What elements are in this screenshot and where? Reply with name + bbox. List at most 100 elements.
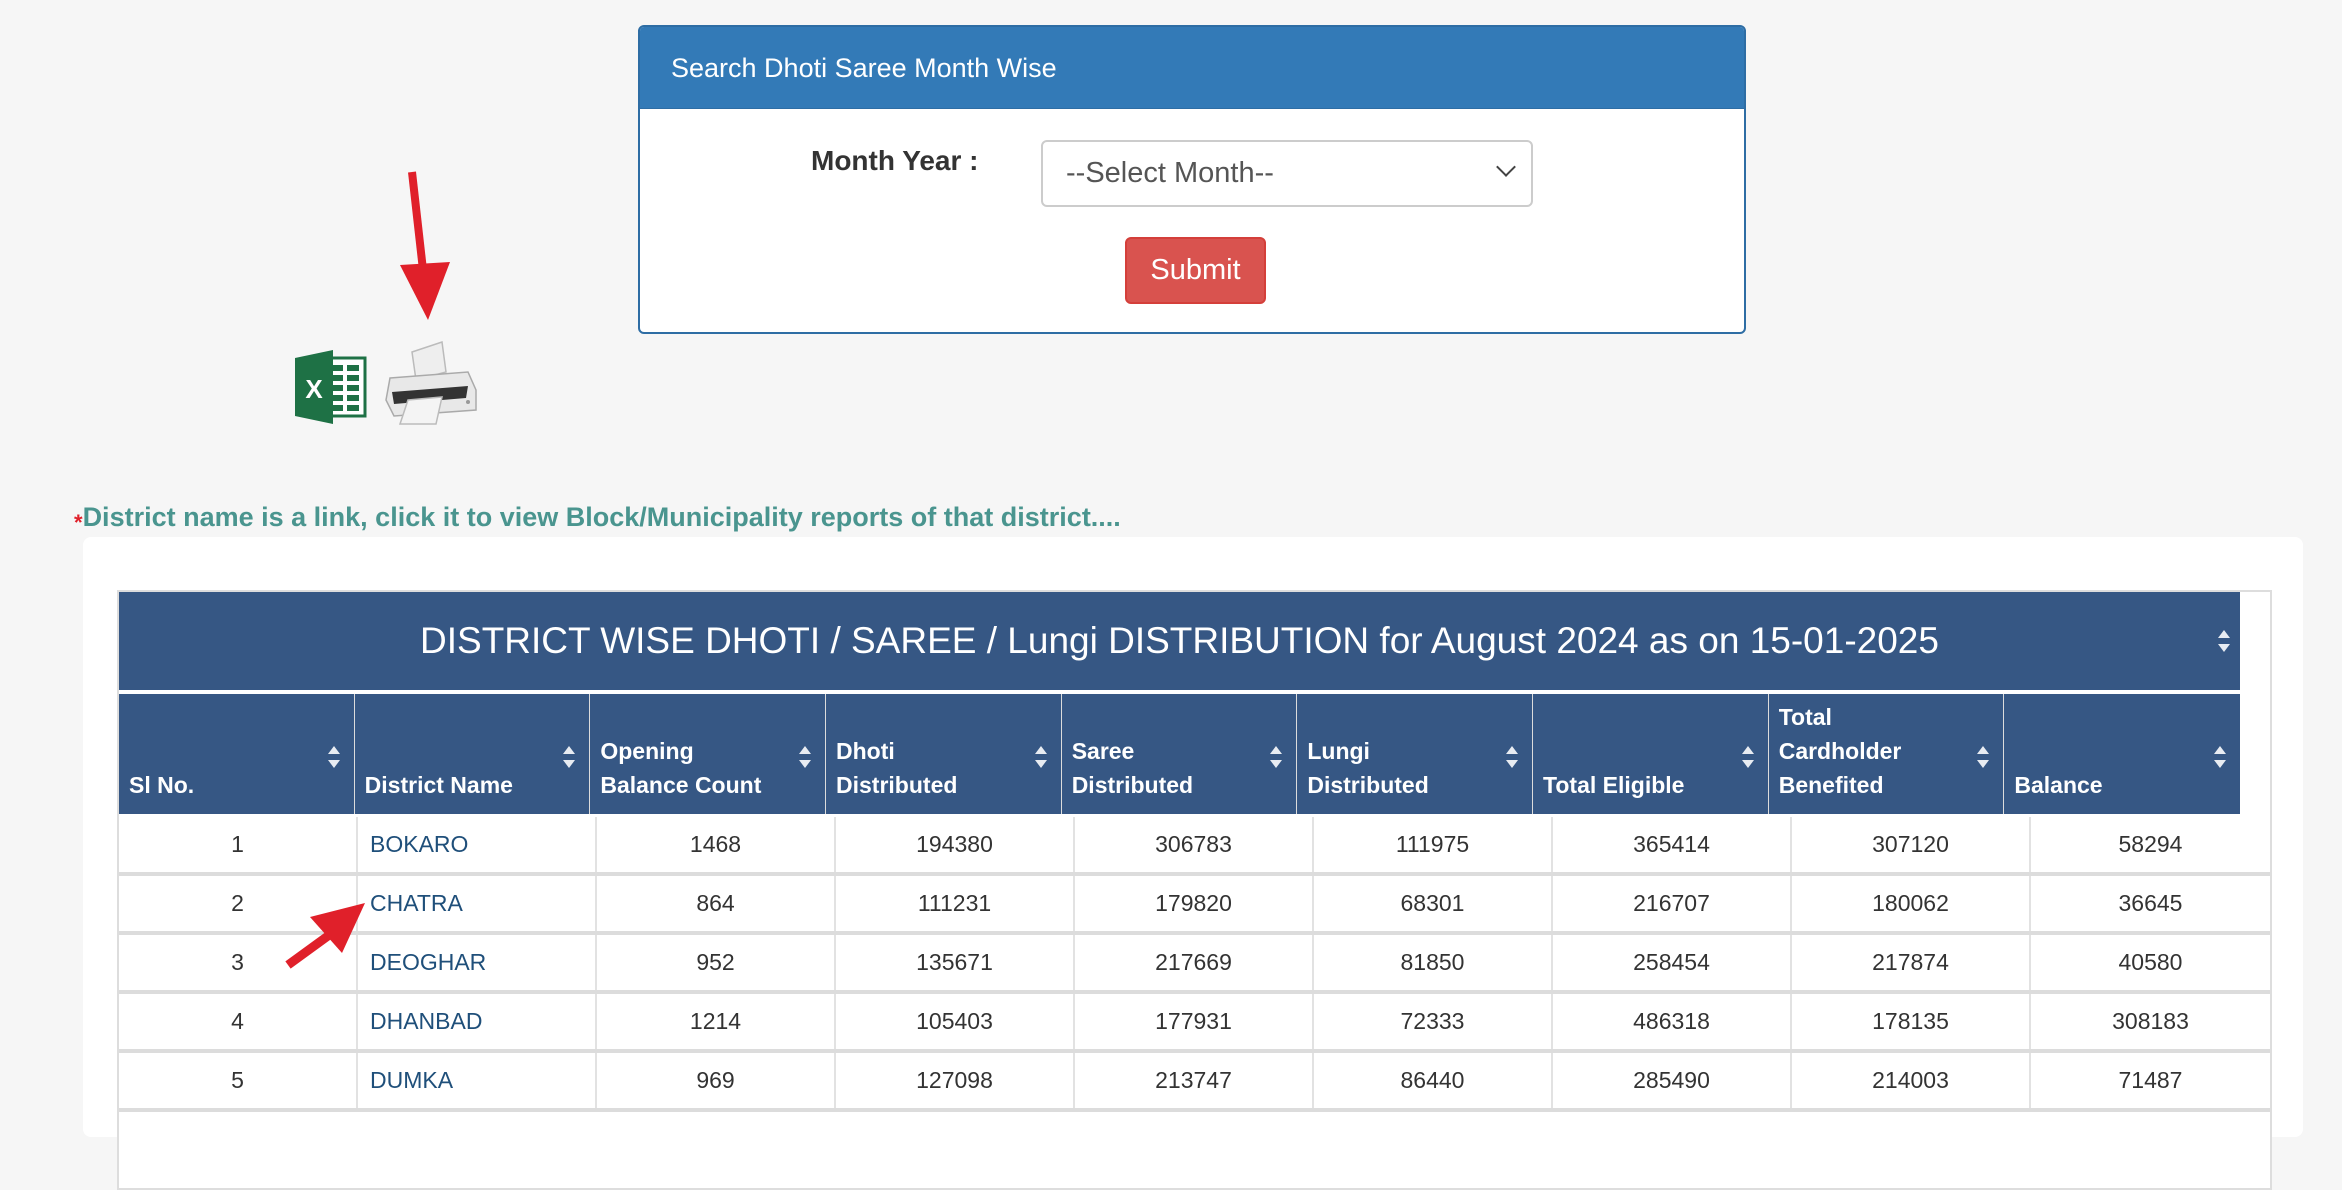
table-cell: 72333 [1314, 994, 1553, 1049]
column-header-label: Dhoti Distributed [836, 734, 1021, 802]
sort-icon[interactable] [1270, 746, 1283, 768]
sort-icon[interactable] [1977, 746, 1990, 768]
month-select-value: --Select Month-- [1066, 157, 1274, 189]
search-panel: Search Dhoti Saree Month Wise Month Year… [638, 25, 1746, 334]
column-header-label: Total Eligible [1543, 768, 1728, 802]
table-cell: 1 [119, 817, 358, 872]
table-cell: 194380 [836, 817, 1075, 872]
column-header-line: Total [1778, 704, 1832, 730]
sort-icon[interactable] [2218, 630, 2230, 652]
column-header-line: Distributed [1071, 772, 1194, 798]
sort-icon[interactable] [1741, 746, 1754, 768]
table-cell: 36645 [2118, 890, 2183, 916]
table-cell: 58294 [2118, 831, 2183, 857]
column-header-label: Saree Distributed [1072, 734, 1257, 802]
sort-icon[interactable] [799, 746, 812, 768]
sort-icon[interactable] [1506, 746, 1519, 768]
table-title: DISTRICT WISE DHOTI / SAREE / Lungi DIST… [420, 620, 1939, 661]
sort-icon[interactable] [327, 746, 340, 768]
svg-text:X: X [305, 374, 323, 404]
column-header-line: Distributed [836, 772, 958, 798]
district-link[interactable]: DHANBAD [358, 994, 597, 1049]
table-cell: 258454 [1553, 935, 1792, 990]
table-cell: 111231 [836, 876, 1075, 931]
search-panel-title: Search Dhoti Saree Month Wise [640, 27, 1744, 109]
table-cell: 217874 [1792, 935, 2031, 990]
column-header-label: Balance [2014, 768, 2200, 802]
column-header-line: Sl No. [129, 772, 195, 798]
column-header-label: Lungi Distributed [1307, 734, 1492, 802]
annotation-arrow-diagonal [285, 903, 365, 969]
chevron-down-icon [1496, 157, 1516, 177]
table-cell: 71487 [2118, 1067, 2183, 1093]
district-link-notice: *District name is a link, click it to vi… [74, 502, 1121, 536]
district-link[interactable]: DUMKA [358, 1053, 597, 1108]
column-header[interactable]: District Name [354, 694, 590, 814]
district-link[interactable]: DEOGHAR [358, 935, 597, 990]
table-cell: 486318 [1553, 994, 1792, 1049]
table-cell: 307120 [1792, 817, 2031, 872]
table-cell: 40580 [2118, 949, 2183, 975]
column-header-line: Benefited [1778, 772, 1884, 798]
column-header[interactable]: Dhoti Distributed [826, 694, 1061, 814]
column-header[interactable]: Total Eligible [1533, 694, 1768, 814]
column-header-line: Total Eligible [1543, 772, 1685, 798]
print-icon[interactable] [380, 340, 480, 425]
table-cell: 1468 [597, 817, 836, 872]
table-cell: 111975 [1314, 817, 1553, 872]
table-cell: 1214 [597, 994, 836, 1049]
table-cell: 4 [119, 994, 358, 1049]
table-cell: 177931 [1075, 994, 1314, 1049]
table-cell: 969 [597, 1053, 836, 1108]
month-select[interactable]: --Select Month-- [1041, 140, 1533, 207]
column-header-line: District Name [364, 772, 513, 798]
notice-text: District name is a link, click it to vie… [82, 502, 1121, 532]
excel-export-icon[interactable]: X [293, 350, 368, 424]
column-header-label: District Name [365, 768, 550, 802]
table-cell: 127098 [836, 1053, 1075, 1108]
table-cell: 214003 [1792, 1053, 2031, 1108]
month-year-label: Month Year : [811, 145, 979, 176]
table-cell: 178135 [1792, 994, 2031, 1049]
column-header[interactable]: Balance [2004, 694, 2241, 814]
table-title-row[interactable]: DISTRICT WISE DHOTI / SAREE / Lungi DIST… [119, 592, 2240, 690]
table-cell: 81850 [1314, 935, 1553, 990]
table-cell: 180062 [1792, 876, 2031, 931]
sort-icon[interactable] [1034, 746, 1047, 768]
column-header[interactable]: Sl No. [119, 694, 354, 814]
table-cell: 68301 [1314, 876, 1553, 931]
required-star-icon: * [74, 510, 83, 535]
column-header-label: Opening Balance Count [600, 734, 785, 802]
table-cell: 105403 [836, 994, 1075, 1049]
column-header[interactable]: Total Cardholder Benefited [1768, 694, 2004, 814]
column-header-line: Balance Count [600, 772, 762, 798]
table-cell: 952 [597, 935, 836, 990]
table-cell: 179820 [1075, 876, 1314, 931]
district-link[interactable]: BOKARO [358, 817, 597, 872]
table-cell: 5 [119, 1053, 358, 1108]
column-header[interactable]: Lungi Distributed [1297, 694, 1533, 814]
sort-icon[interactable] [2214, 746, 2227, 768]
table-cell: 306783 [1075, 817, 1314, 872]
table-cell: 217669 [1075, 935, 1314, 990]
table-cell: 86440 [1314, 1053, 1553, 1108]
column-header[interactable]: Saree Distributed [1061, 694, 1297, 814]
table-cell: 365414 [1553, 817, 1792, 872]
table-row: 5 DUMKA 969 127098 213747 86440 285490 214003 71… [119, 1053, 2270, 1112]
column-header[interactable]: Opening Balance Count [590, 694, 826, 814]
column-header-line: Dhoti [836, 738, 895, 764]
column-header-line: Lungi [1307, 738, 1370, 764]
district-link[interactable]: CHATRA [358, 876, 597, 931]
column-header-line: Cardholder [1778, 738, 1902, 764]
submit-button[interactable]: Submit [1125, 237, 1266, 304]
table-row: 2 CHATRA 864 111231 179820 68301 216707 180062 3… [119, 876, 2270, 935]
table-row: 3 DEOGHAR 952 135671 217669 81850 258454 217874… [119, 935, 2270, 994]
table-cell: 213747 [1075, 1053, 1314, 1108]
column-header-label: Sl No. [129, 768, 314, 802]
table-cell: 135671 [836, 935, 1075, 990]
sort-icon[interactable] [563, 746, 576, 768]
table-cell: 308183 [2112, 1008, 2189, 1034]
table-row: 1 BOKARO 1468 194380 306783 111975 365414 30712… [119, 817, 2270, 876]
table-body: 1 BOKARO 1468 194380 306783 111975 365414 30712… [119, 817, 2270, 1112]
table-cell: 285490 [1553, 1053, 1792, 1108]
